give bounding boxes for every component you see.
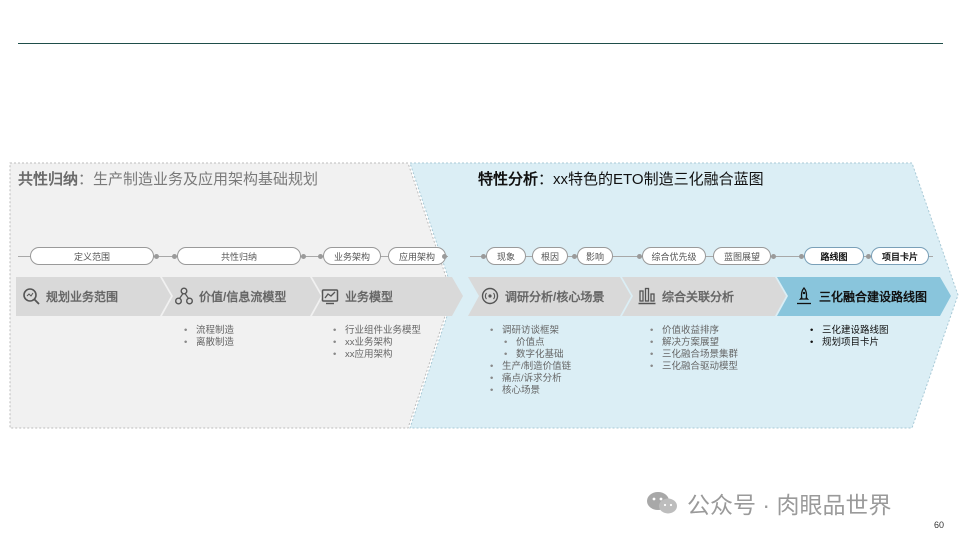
list-item: 行业组件业务模型 <box>331 325 421 337</box>
business-model-bullets: 行业组件业务模型 xx业务架构 xx应用架构 <box>331 325 421 361</box>
list-item: 数字化基础 <box>488 349 571 361</box>
roadmap-bullets: 三化建设路线图 规划项目卡片 <box>808 325 889 349</box>
value-flow-bullets: 流程制造 离散制造 <box>182 325 234 349</box>
business-model-icon <box>321 289 339 305</box>
list-item: xx业务架构 <box>331 337 421 349</box>
list-item: 三化建设路线图 <box>808 325 889 337</box>
pill-dot <box>771 254 776 259</box>
list-item: 离散制造 <box>182 337 234 349</box>
pill-dot <box>442 254 447 259</box>
stage-label: 价值/信息流模型 <box>199 289 287 304</box>
pill-priority: 综合优先级 <box>642 247 706 265</box>
diagram-background <box>9 162 959 429</box>
network-nodes-icon <box>175 287 193 305</box>
pill-business-architecture: 业务架构 <box>323 247 381 265</box>
wechat-icon <box>647 492 677 514</box>
list-item: 解决方案展望 <box>648 337 738 349</box>
left-panel-title: 共性归纳：生产制造业务及应用架构基础规划 <box>18 171 319 188</box>
radar-icon <box>481 287 499 305</box>
list-item: 痛点/诉求分析 <box>488 373 571 385</box>
pill-blueprint-outlook: 蓝图展望 <box>713 247 771 265</box>
list-item: 三化融合场景集群 <box>648 349 738 361</box>
page-number: 60 <box>933 520 944 530</box>
stage-research: 调研分析/核心场景 <box>481 286 604 306</box>
stage-label: 三化融合建设路线图 <box>819 289 928 304</box>
list-item: 流程制造 <box>182 325 234 337</box>
pill-dot <box>301 254 306 259</box>
pill-common-summary: 共性归纳 <box>177 247 301 265</box>
bar-analysis-icon <box>638 287 656 305</box>
pill-define-scope: 定义范围 <box>30 247 154 265</box>
list-item: 生产/制造价值链 <box>488 361 571 373</box>
watermark: 公众号 · 肉眼品世界 <box>645 486 891 520</box>
search-scope-icon <box>23 288 40 305</box>
stage-label: 综合关联分析 <box>662 289 735 304</box>
pill-root-cause: 根因 <box>532 247 568 265</box>
list-item: 规划项目卡片 <box>808 337 889 349</box>
stage-roadmap: 三化融合建设路线图 <box>795 286 927 306</box>
list-item: 价值点 <box>488 337 571 349</box>
stage-label: 规划业务范围 <box>46 289 119 304</box>
pill-phenomenon: 现象 <box>486 247 526 265</box>
pill-application-architecture: 应用架构 <box>388 247 446 265</box>
list-item: 核心场景 <box>488 385 571 397</box>
stage-business-model: 业务模型 <box>321 286 393 306</box>
right-panel-title: 特性分析：xx特色的ETO制造三化融合蓝图 <box>478 171 764 188</box>
list-item: 调研访谈框架 <box>488 325 571 337</box>
list-item: 三化融合驱动模型 <box>648 361 738 373</box>
stage-business-scope: 规划业务范围 <box>22 286 118 306</box>
list-item: xx应用架构 <box>331 349 421 361</box>
pill-dot <box>154 254 159 259</box>
watermark-text: 公众号 · 肉眼品世界 <box>687 492 892 518</box>
stage-correlation: 综合关联分析 <box>638 286 734 306</box>
research-bullets: 调研访谈框架 价值点 数字化基础 生产/制造价值链 痛点/诉求分析 核心场景 <box>488 325 571 397</box>
stage-label: 业务模型 <box>345 289 394 304</box>
correlation-bullets: 价值收益排序 解决方案展望 三化融合场景集群 三化融合驱动模型 <box>648 325 738 373</box>
rocket-icon <box>797 287 811 305</box>
stage-label: 调研分析/核心场景 <box>505 289 605 304</box>
stage-value-flow: 价值/信息流模型 <box>175 286 286 306</box>
pill-project-cards: 项目卡片 <box>871 247 929 265</box>
list-item: 价值收益排序 <box>648 325 738 337</box>
pill-roadmap: 路线图 <box>804 247 864 265</box>
pill-impact: 影响 <box>577 247 613 265</box>
